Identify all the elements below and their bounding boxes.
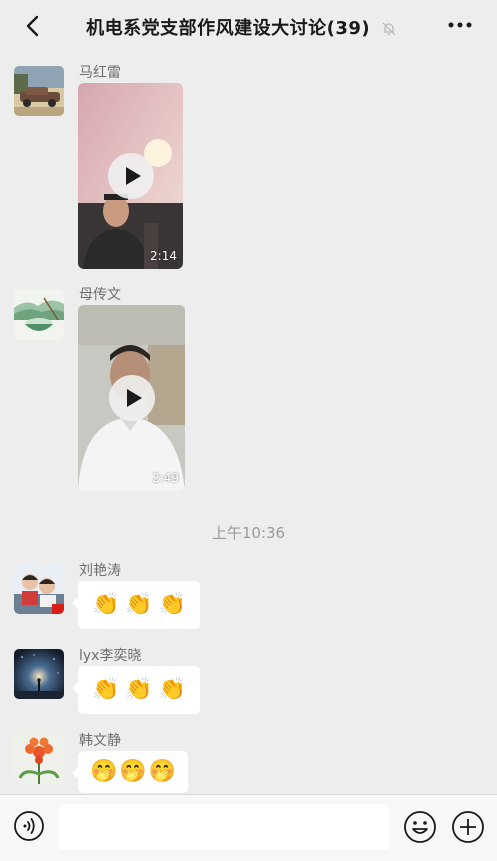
video-message[interactable]: 2:14 [78,83,183,269]
car-photo-avatar[interactable] [14,66,64,116]
chevron-left-icon[interactable] [20,12,48,40]
clapping-hands-emoji: 👏 [158,677,187,702]
ellipsis-icon[interactable] [447,20,473,30]
bowl-landscape-avatar[interactable] [14,290,64,340]
hand-over-mouth-emoji: 🤭 [90,759,118,784]
chat-header: 机电系党支部作风建设大讨论(39) [0,0,497,52]
message-timestamp: 上午10:36 [211,524,286,542]
message-input[interactable] [58,804,390,850]
children-photo-avatar[interactable] [14,564,64,614]
video-duration: 2:14 [150,249,177,263]
sender-name: 母传文 [79,287,121,303]
emoji-message-bubble[interactable]: 👏 👏 👏 [71,581,201,629]
flower-avatar[interactable] [14,734,64,784]
sender-name: 韩文静 [79,733,121,749]
plus-circle-icon[interactable] [451,810,485,844]
video-message[interactable]: 2:49 [78,305,185,491]
emoji-message-bubble[interactable]: 👏 👏 👏 [71,666,201,714]
video-duration: 2:49 [152,471,179,485]
starry-sky-avatar[interactable] [14,649,64,699]
message-composer [0,794,497,861]
clapping-hands-emoji: 👏 [92,592,120,617]
chat-title-text: 机电系党支部作风建设大讨论(39) [86,18,371,39]
play-icon[interactable] [107,153,154,199]
sender-name: 刘艳涛 [79,563,121,579]
emoji-message-bubble[interactable]: 🤭 🤭 🤭 [71,751,189,793]
clapping-hands-emoji: 👏 [92,677,120,702]
clapping-hands-emoji: 👏 [125,677,153,702]
hand-over-mouth-emoji: 🤭 [119,759,147,784]
sender-name: lyx李奕晓 [79,648,142,664]
play-icon[interactable] [108,375,155,421]
smiley-icon[interactable] [403,810,437,844]
sender-name: 马红雷 [79,65,121,81]
chat-title[interactable]: 机电系党支部作风建设大讨论(39) [56,14,427,40]
clapping-hands-emoji: 👏 [125,592,153,617]
clapping-hands-emoji: 👏 [158,592,187,617]
hand-over-mouth-emoji: 🤭 [148,759,177,784]
bell-off-icon [382,22,396,36]
voice-icon[interactable] [13,810,45,842]
